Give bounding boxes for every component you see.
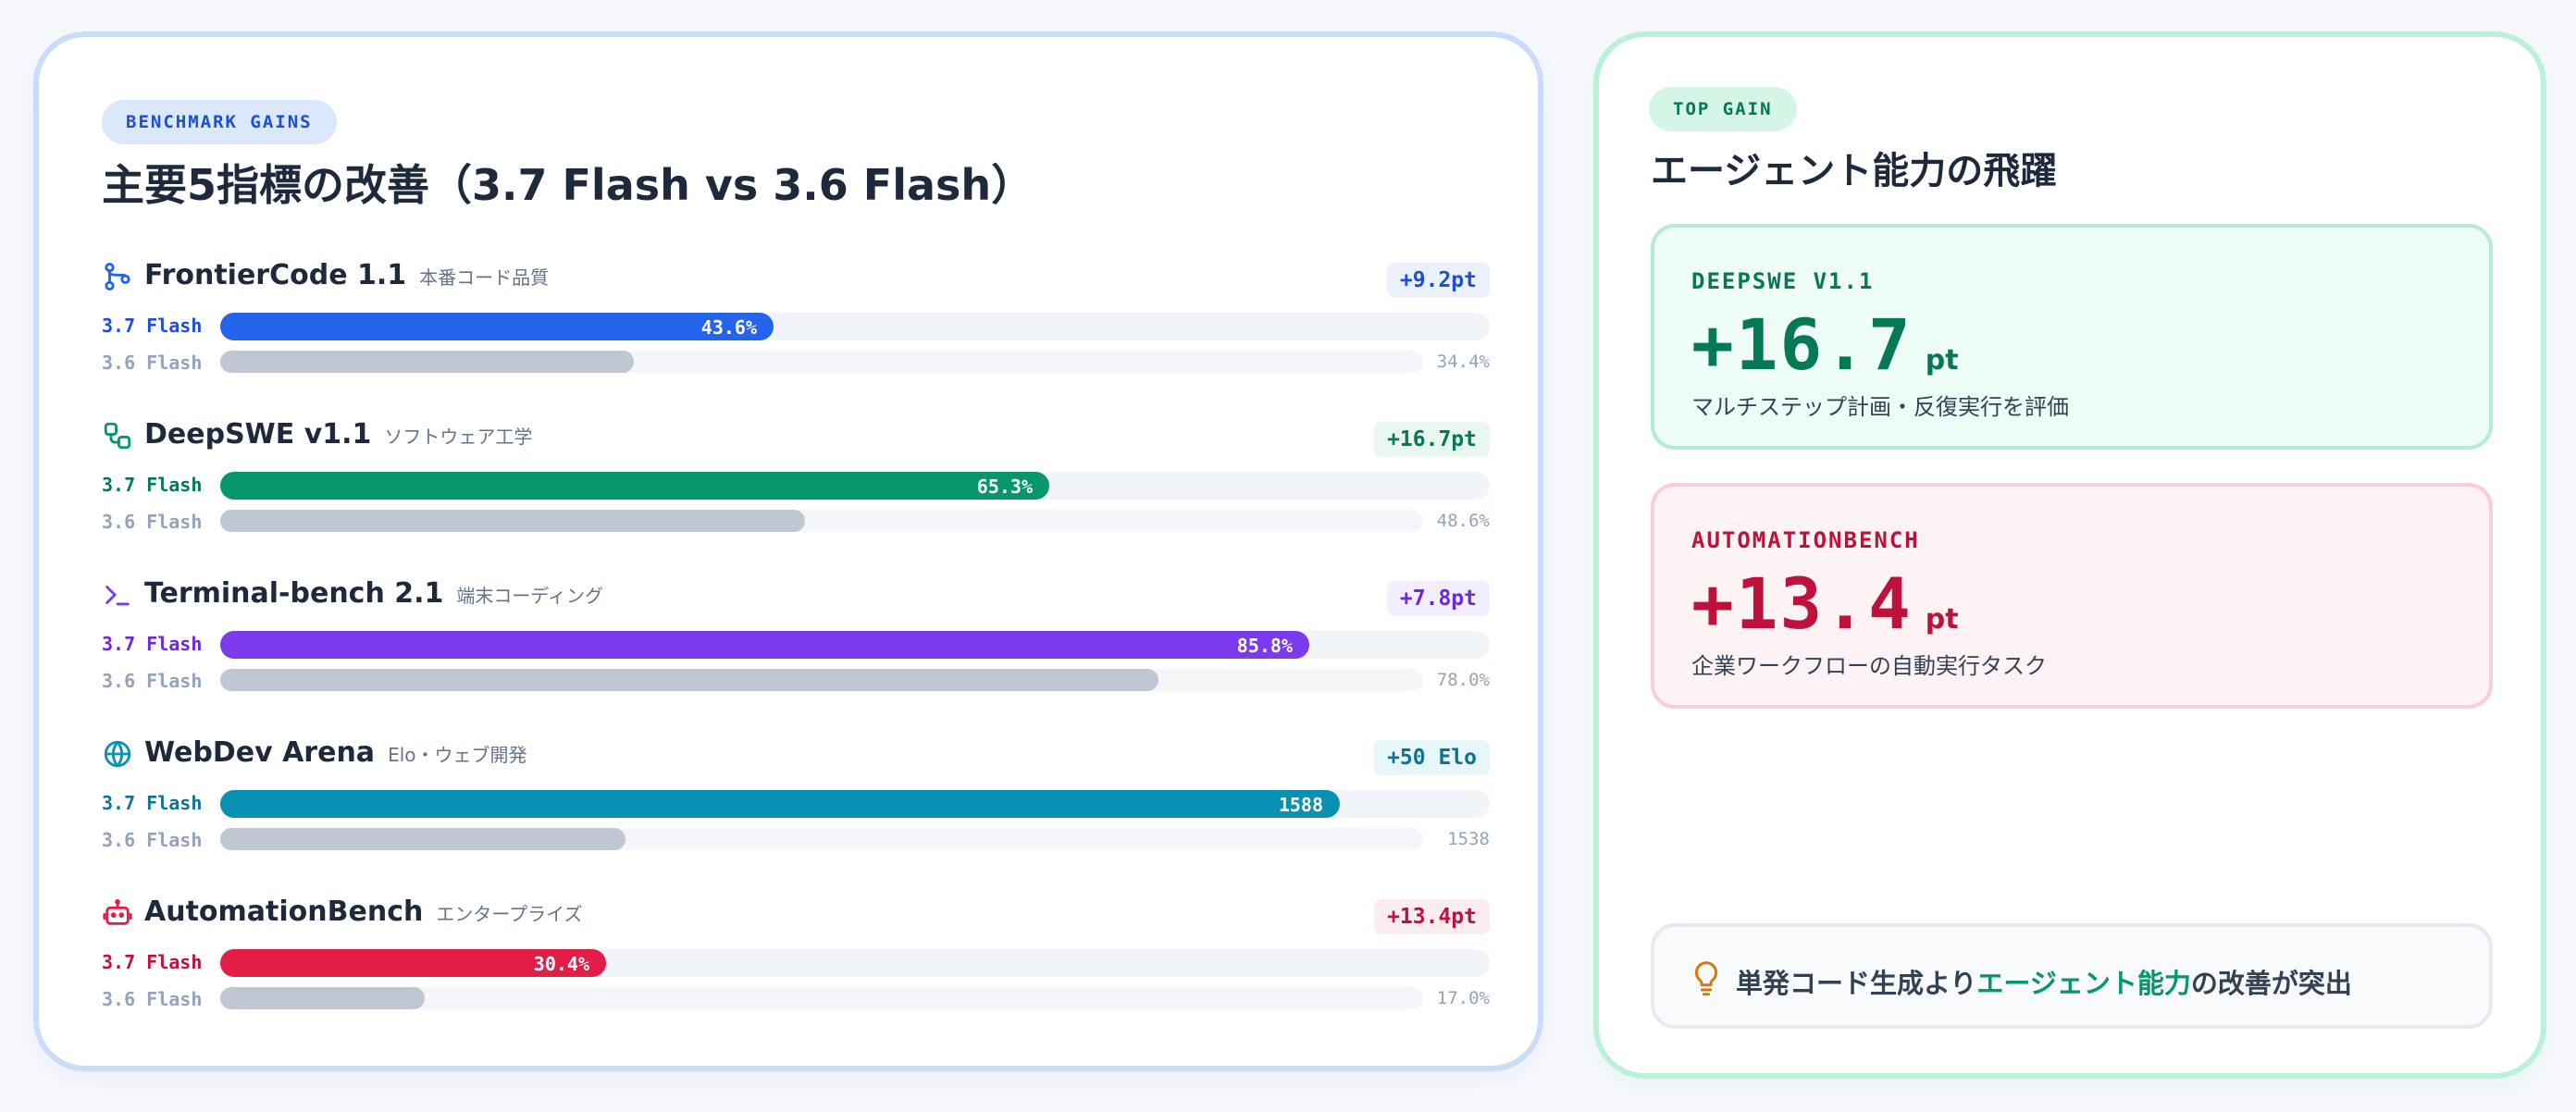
highlight-number: +16.7 bbox=[1691, 303, 1913, 386]
git-branch-icon bbox=[102, 261, 133, 292]
metric-gain-badge: +9.2pt bbox=[1386, 263, 1490, 298]
metric-row: AutomationBench エンタープライズ +13.4pt 3.7 Flas… bbox=[102, 896, 1490, 1055]
bar-track-new: 1588 bbox=[220, 790, 1490, 818]
highlight-label: DEEPSWE V1.1 bbox=[1691, 268, 1875, 294]
bar-track-new: 43.6% bbox=[220, 313, 1490, 340]
insight-highlight: エージェント能力 bbox=[1976, 968, 2191, 999]
highlight-number: +13.4 bbox=[1691, 562, 1913, 645]
bar-new-value: 30.4% bbox=[533, 953, 589, 975]
metric-name: AutomationBench エンタープライズ bbox=[144, 896, 583, 928]
insight-callout: 単発コード生成よりエージェント能力の改善が突出 bbox=[1651, 923, 2493, 1029]
metric-title: FrontierCode 1.1 bbox=[144, 259, 407, 291]
bar-track-new: 30.4% bbox=[220, 949, 1490, 977]
insight-pre: 単発コード生成より bbox=[1736, 968, 1977, 999]
highlight-automationbench: AUTOMATIONBENCH +13.4 pt 企業ワークフローの自動実行タスク bbox=[1651, 483, 2493, 709]
metric-gain-badge: +7.8pt bbox=[1386, 581, 1490, 616]
bar-old bbox=[220, 828, 625, 850]
top-gain-card: TOP GAIN エージェント能力の飛躍 DEEPSWE V1.1 +16.7 p… bbox=[1593, 31, 2546, 1079]
series-label-new: 3.7 Flash bbox=[102, 315, 203, 337]
series-label-old: 3.6 Flash bbox=[102, 352, 203, 374]
metric-title: WebDev Arena bbox=[144, 736, 376, 769]
globe-icon bbox=[102, 738, 133, 770]
bar-track-old bbox=[220, 828, 1423, 850]
highlight-deepswe: DEEPSWE V1.1 +16.7 pt マルチステップ計画・反復実行を評価 bbox=[1651, 224, 2493, 450]
metric-row: FrontierCode 1.1 本番コード品質 +9.2pt 3.7 Flash… bbox=[102, 259, 1490, 418]
highlight-value: +16.7 pt bbox=[1691, 303, 1959, 386]
bar-old bbox=[220, 987, 425, 1009]
workflow-icon bbox=[102, 420, 133, 451]
metric-name: FrontierCode 1.1 本番コード品質 bbox=[144, 259, 549, 291]
highlight-description: 企業ワークフローの自動実行タスク bbox=[1691, 653, 2047, 679]
bar-old bbox=[220, 351, 634, 373]
bar-new-value: 43.6% bbox=[700, 316, 757, 339]
terminal-icon bbox=[102, 579, 133, 611]
top-gain-badge: TOP GAIN bbox=[1649, 87, 1797, 131]
highlight-value: +13.4 pt bbox=[1691, 562, 1959, 645]
bar-new: 43.6% bbox=[220, 313, 774, 340]
series-label-old: 3.6 Flash bbox=[102, 829, 203, 851]
metric-row: Terminal-bench 2.1 端末コーディング +7.8pt 3.7 Fl… bbox=[102, 577, 1490, 736]
bar-track-old bbox=[220, 510, 1423, 532]
metric-gain-badge: +13.4pt bbox=[1374, 899, 1490, 934]
page-title: 主要5指標の改善（3.7 Flash vs 3.6 Flash） bbox=[102, 160, 1034, 210]
bar-track-new: 65.3% bbox=[220, 472, 1490, 500]
bar-old-value: 34.4% bbox=[1436, 352, 1490, 372]
bar-old bbox=[220, 510, 805, 532]
bar-old-value: 78.0% bbox=[1436, 670, 1490, 690]
metric-gain-badge: +50 Elo bbox=[1374, 740, 1490, 775]
series-label-new: 3.7 Flash bbox=[102, 474, 203, 496]
metric-gain-badge: +16.7pt bbox=[1374, 422, 1490, 457]
bar-old bbox=[220, 669, 1158, 691]
bar-new: 65.3% bbox=[220, 472, 1049, 500]
highlight-unit: pt bbox=[1925, 603, 1959, 636]
series-label-old: 3.6 Flash bbox=[102, 670, 203, 692]
bar-new: 85.8% bbox=[220, 631, 1309, 659]
metric-subtitle: エンタープライズ bbox=[436, 903, 583, 925]
metric-name: Terminal-bench 2.1 端末コーディング bbox=[144, 577, 603, 610]
series-label-old: 3.6 Flash bbox=[102, 511, 203, 533]
metric-row: WebDev Arena Elo・ウェブ開発 +50 Elo 3.7 Flash … bbox=[102, 736, 1490, 896]
lightbulb-icon bbox=[1694, 961, 1718, 996]
benchmark-gains-card: BENCHMARK GAINS 主要5指標の改善（3.7 Flash vs 3.… bbox=[33, 31, 1543, 1071]
bar-new: 30.4% bbox=[220, 949, 606, 977]
series-label-new: 3.7 Flash bbox=[102, 951, 203, 973]
bar-track-old bbox=[220, 987, 1423, 1009]
bar-new: 1588 bbox=[220, 790, 1340, 818]
series-label-old: 3.6 Flash bbox=[102, 988, 203, 1010]
series-label-new: 3.7 Flash bbox=[102, 633, 203, 655]
benchmark-gains-badge: BENCHMARK GAINS bbox=[102, 100, 337, 144]
bar-track-new: 85.8% bbox=[220, 631, 1490, 659]
bar-new-value: 85.8% bbox=[1236, 635, 1293, 657]
bar-track-old bbox=[220, 669, 1423, 691]
insight-post: の改善が突出 bbox=[2190, 968, 2352, 999]
metric-title: DeepSWE v1.1 bbox=[144, 418, 372, 451]
metric-subtitle: 本番コード品質 bbox=[419, 266, 550, 289]
bar-new-value: 65.3% bbox=[976, 476, 1033, 498]
highlight-description: マルチステップ計画・反復実行を評価 bbox=[1691, 394, 2069, 420]
metric-name: DeepSWE v1.1 ソフトウェア工学 bbox=[144, 418, 532, 451]
bar-track-old bbox=[220, 351, 1423, 373]
metric-subtitle: Elo・ウェブ開発 bbox=[388, 744, 527, 766]
metric-subtitle: ソフトウェア工学 bbox=[384, 426, 533, 448]
series-label-new: 3.7 Flash bbox=[102, 792, 203, 814]
bar-new-value: 1588 bbox=[1278, 794, 1323, 816]
metric-row: DeepSWE v1.1 ソフトウェア工学 +16.7pt 3.7 Flash 6… bbox=[102, 418, 1490, 577]
bar-old-value: 17.0% bbox=[1436, 988, 1490, 1008]
metric-title: AutomationBench bbox=[144, 896, 424, 928]
highlight-label: AUTOMATIONBENCH bbox=[1691, 527, 1920, 553]
top-gain-title: エージェント能力の飛躍 bbox=[1651, 150, 2058, 192]
insight-text: 単発コード生成よりエージェント能力の改善が突出 bbox=[1736, 962, 2352, 1001]
highlight-unit: pt bbox=[1925, 344, 1959, 377]
metric-subtitle: 端末コーディング bbox=[456, 585, 604, 607]
robot-icon bbox=[102, 897, 133, 929]
bar-old-value: 48.6% bbox=[1436, 511, 1490, 531]
bar-old-value: 1538 bbox=[1447, 829, 1490, 849]
metric-title: Terminal-bench 2.1 bbox=[144, 577, 444, 610]
metric-name: WebDev Arena Elo・ウェブ開発 bbox=[144, 736, 527, 769]
